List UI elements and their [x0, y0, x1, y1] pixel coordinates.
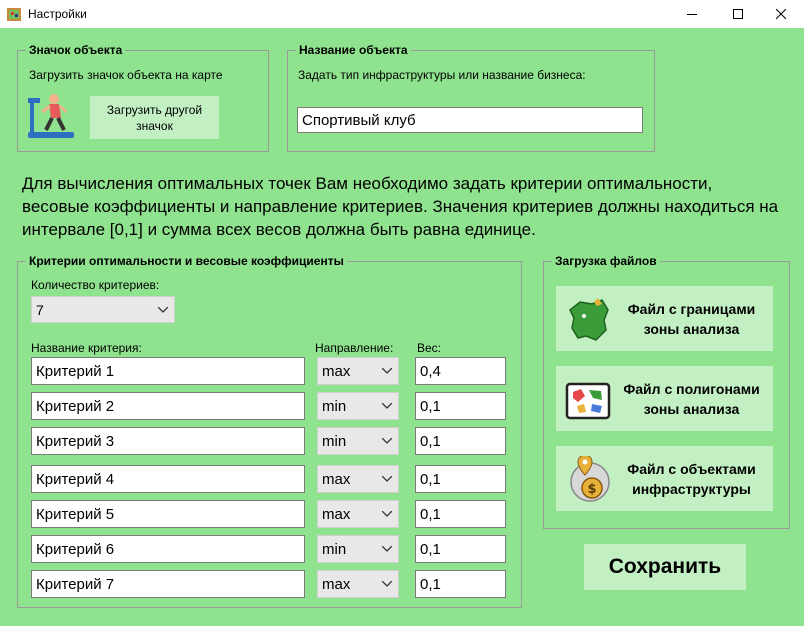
polygon-map-icon — [565, 382, 611, 420]
boundaries-label-line1: Файл с границами — [627, 300, 756, 317]
criterion-name-input[interactable]: Критерий 2 — [31, 392, 305, 420]
col-direction-header: Направление: — [315, 341, 394, 355]
criterion-direction-value: max — [322, 505, 351, 523]
criterion-direction-select[interactable]: max — [317, 570, 399, 598]
criterion-name-input[interactable]: Критерий 4 — [31, 465, 305, 493]
chevron-down-icon — [158, 306, 168, 313]
title-bar: Настройки — [0, 0, 804, 28]
criterion-weight-input[interactable]: 0,4 — [415, 357, 506, 385]
chevron-down-icon — [382, 438, 392, 444]
maximize-button[interactable] — [715, 0, 761, 28]
infrastructure-file-button[interactable]: $ Файл с объектами инфраструктуры — [556, 446, 773, 511]
criterion-name-input[interactable]: Критерий 7 — [31, 570, 305, 598]
criteria-count-select[interactable]: 7 — [31, 296, 175, 323]
chevron-down-icon — [382, 403, 392, 409]
criterion-weight-input[interactable]: 0,1 — [415, 392, 506, 420]
treadmill-runner-icon — [28, 94, 74, 138]
criterion-direction-select[interactable]: min — [317, 427, 399, 455]
chevron-down-icon — [382, 511, 392, 517]
infrastructure-label-line2: инфраструктуры — [632, 480, 751, 497]
criterion-name-input[interactable]: Критерий 1 — [31, 357, 305, 385]
col-weight-header: Вес: — [417, 341, 442, 355]
close-button[interactable] — [758, 0, 804, 28]
upload-icon-button-label: Загрузить другой значок — [106, 102, 203, 133]
minimize-icon — [687, 14, 697, 15]
maximize-icon — [733, 9, 743, 19]
minimize-button[interactable] — [669, 0, 715, 28]
criterion-direction-value: max — [322, 362, 351, 380]
criterion-weight-input[interactable]: 0,1 — [415, 465, 506, 493]
criteria-group-legend: Критерии оптимальности и весовые коэффиц… — [26, 254, 347, 268]
polygons-file-label: Файл с полигонами зоны анализа — [612, 366, 771, 431]
criterion-direction-select[interactable]: min — [317, 535, 399, 563]
col-name-header: Название критерия: — [31, 341, 142, 355]
criteria-count-value: 7 — [36, 301, 44, 318]
criterion-direction-select[interactable]: max — [317, 357, 399, 385]
object-name-input[interactable]: Спортивый клуб — [297, 107, 643, 133]
criterion-weight-input[interactable]: 0,1 — [415, 427, 506, 455]
info-text: Для вычисления оптимальных точек Вам нео… — [22, 174, 779, 239]
criterion-direction-value: max — [322, 470, 351, 488]
criterion-weight-input[interactable]: 0,1 — [415, 535, 506, 563]
criterion-direction-value: min — [322, 540, 347, 558]
infrastructure-label-line1: Файл с объектами — [627, 460, 756, 477]
svg-text:$: $ — [587, 482, 596, 497]
criterion-direction-select[interactable]: min — [317, 392, 399, 420]
criterion-direction-value: min — [322, 397, 347, 415]
chevron-down-icon — [382, 581, 392, 587]
name-caption: Задать тип инфраструктуры или название б… — [298, 68, 586, 82]
boundaries-label-line2: зоны анализа — [643, 320, 740, 337]
criterion-weight-input[interactable]: 0,1 — [415, 500, 506, 528]
window-title: Настройки — [28, 7, 87, 21]
criterion-direction-value: max — [322, 575, 351, 593]
chevron-down-icon — [382, 546, 392, 552]
polygons-label-line2: зоны анализа — [643, 400, 740, 417]
boundaries-file-button[interactable]: Файл с границами зоны анализа — [556, 286, 773, 351]
criterion-weight-input[interactable]: 0,1 — [415, 570, 506, 598]
criteria-count-label: Количество критериев: — [31, 278, 160, 292]
app-icon — [7, 8, 21, 21]
save-button-label: Сохранить — [608, 555, 722, 578]
save-button[interactable]: Сохранить — [584, 544, 746, 590]
icon-caption: Загрузить значок объекта на карте — [29, 68, 223, 82]
close-icon — [776, 9, 786, 19]
icon-group-legend: Значок объекта — [26, 43, 126, 57]
criterion-direction-select[interactable]: max — [317, 500, 399, 528]
polygons-label-line1: Файл с полигонами — [623, 380, 760, 397]
criterion-direction-value: min — [322, 432, 347, 450]
boundaries-file-label: Файл с границами зоны анализа — [612, 286, 771, 351]
upload-icon-button[interactable]: Загрузить другой значок — [90, 96, 219, 139]
infrastructure-file-label: Файл с объектами инфраструктуры — [612, 446, 771, 511]
criterion-name-input[interactable]: Критерий 6 — [31, 535, 305, 563]
criterion-name-input[interactable]: Критерий 3 — [31, 427, 305, 455]
name-group: Название объекта — [287, 43, 655, 152]
files-group-legend: Загрузка файлов — [552, 254, 660, 268]
criterion-name-input[interactable]: Критерий 5 — [31, 500, 305, 528]
chevron-down-icon — [382, 476, 392, 482]
map-region-icon — [569, 298, 609, 341]
polygons-file-button[interactable]: Файл с полигонами зоны анализа — [556, 366, 773, 431]
chevron-down-icon — [382, 368, 392, 374]
criterion-direction-select[interactable]: max — [317, 465, 399, 493]
location-money-icon: $ — [570, 456, 610, 502]
name-group-legend: Название объекта — [296, 43, 411, 57]
